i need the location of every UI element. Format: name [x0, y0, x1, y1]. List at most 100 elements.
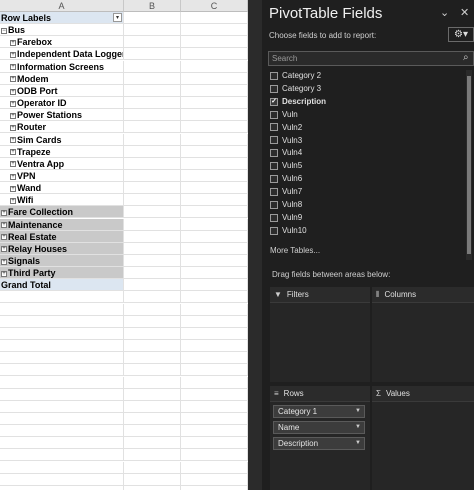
cell-a[interactable]: + Modem	[0, 72, 124, 85]
cell-b[interactable]	[124, 97, 181, 110]
cell-c[interactable]	[181, 121, 248, 134]
pivot-row-child[interactable]: + Power Stations	[0, 109, 248, 122]
cell-c[interactable]	[181, 24, 248, 37]
column-header-b[interactable]: B	[124, 0, 181, 12]
column-header-a[interactable]: A	[0, 0, 124, 12]
columns-drop-zone[interactable]	[372, 302, 474, 382]
values-area[interactable]: Σ Values	[372, 386, 474, 490]
cell-c[interactable]	[181, 388, 248, 401]
cell-c[interactable]	[181, 157, 248, 170]
cell-a[interactable]	[0, 449, 124, 462]
pivot-row-group[interactable]: + Third Party	[0, 267, 248, 280]
row-field-chip[interactable]: Name ▼	[273, 421, 365, 434]
cell-c[interactable]	[181, 340, 248, 353]
cell-c[interactable]	[181, 12, 248, 24]
expand-icon[interactable]: +	[1, 210, 7, 217]
field-checkbox[interactable]	[270, 213, 278, 222]
empty-row[interactable]	[0, 485, 248, 490]
empty-row[interactable]	[0, 388, 248, 401]
cell-c[interactable]	[181, 97, 248, 110]
cell-b[interactable]	[124, 388, 181, 401]
cell-b[interactable]	[124, 461, 181, 474]
cell-a[interactable]: + Ventra App	[0, 157, 124, 170]
field-item[interactable]: Category 2	[270, 70, 321, 82]
cell-a[interactable]	[0, 412, 124, 425]
pivot-row-child[interactable]: + Sim Cards	[0, 133, 248, 146]
cell-b[interactable]	[124, 340, 181, 353]
cell-c[interactable]	[181, 315, 248, 328]
cell-c[interactable]	[181, 145, 248, 158]
cell-a[interactable]: + Maintenance	[0, 218, 124, 231]
cell-a[interactable]: Grand Total	[0, 279, 124, 292]
cell-b[interactable]	[124, 218, 181, 231]
cell-b[interactable]	[124, 425, 181, 438]
empty-row[interactable]	[0, 400, 248, 413]
empty-row[interactable]	[0, 461, 248, 474]
empty-row[interactable]	[0, 437, 248, 450]
cell-c[interactable]	[181, 412, 248, 425]
cell-b[interactable]	[124, 72, 181, 85]
cell-b[interactable]	[124, 169, 181, 182]
chevron-down-icon[interactable]: ⌄	[440, 6, 449, 19]
search-input[interactable]	[268, 51, 474, 66]
cell-a[interactable]	[0, 315, 124, 328]
cell-b[interactable]	[124, 12, 181, 24]
cell-a[interactable]: + Operator ID	[0, 97, 124, 110]
cell-a[interactable]: + Fare Collection	[0, 206, 124, 219]
cell-a[interactable]: + Wand	[0, 182, 124, 195]
pivot-row-group[interactable]: + Relay Houses	[0, 242, 248, 255]
cell-c[interactable]	[181, 48, 248, 61]
cell-c[interactable]	[181, 376, 248, 389]
cell-c[interactable]	[181, 133, 248, 146]
field-checkbox[interactable]	[270, 187, 278, 196]
cell-b[interactable]	[124, 315, 181, 328]
cell-a[interactable]	[0, 364, 124, 377]
expand-icon[interactable]: +	[1, 270, 7, 277]
empty-row[interactable]	[0, 303, 248, 316]
cell-a[interactable]	[0, 461, 124, 474]
cell-c[interactable]	[181, 267, 248, 280]
pivot-row-group[interactable]: + Maintenance	[0, 218, 248, 231]
cell-b[interactable]	[124, 364, 181, 377]
empty-row[interactable]	[0, 376, 248, 389]
pivot-row-group[interactable]: + Signals	[0, 255, 248, 267]
cell-c[interactable]	[181, 291, 248, 304]
cell-a[interactable]: Row Labels ▾	[0, 12, 124, 24]
cell-b[interactable]	[124, 449, 181, 462]
field-checkbox[interactable]	[270, 110, 278, 119]
expand-icon[interactable]: +	[10, 100, 16, 107]
grand-total-row[interactable]: Grand Total	[0, 279, 248, 292]
empty-row[interactable]	[0, 425, 248, 438]
field-item[interactable]: Vuln	[270, 109, 298, 121]
cell-a[interactable]	[0, 425, 124, 438]
cell-c[interactable]	[181, 437, 248, 450]
field-checkbox[interactable]	[270, 149, 278, 158]
field-checkbox[interactable]	[270, 123, 278, 132]
expand-icon[interactable]: +	[10, 185, 16, 192]
field-item[interactable]: Vuln6	[270, 173, 302, 185]
expand-icon[interactable]: +	[10, 137, 16, 144]
cell-a[interactable]: + Trapeze	[0, 145, 124, 158]
cell-b[interactable]	[124, 206, 181, 219]
cell-a[interactable]: + Information Screens	[0, 60, 124, 73]
pivot-row-child[interactable]: + Ventra App	[0, 157, 248, 170]
cell-a[interactable]: + Sim Cards	[0, 133, 124, 146]
cell-b[interactable]	[124, 291, 181, 304]
cell-c[interactable]	[181, 400, 248, 413]
pivot-row-bus[interactable]: − Bus	[0, 24, 248, 37]
expand-icon[interactable]: +	[1, 234, 7, 241]
field-item[interactable]: ✓ Description	[270, 96, 326, 108]
cell-b[interactable]	[124, 400, 181, 413]
field-item[interactable]: Vuln4	[270, 147, 302, 159]
cell-c[interactable]	[181, 72, 248, 85]
more-tables-link[interactable]: More Tables...	[270, 246, 320, 255]
cell-c[interactable]	[181, 255, 248, 267]
expand-icon[interactable]: +	[10, 88, 16, 95]
cell-c[interactable]	[181, 182, 248, 195]
cell-a[interactable]	[0, 352, 124, 365]
cell-b[interactable]	[124, 84, 181, 97]
cell-c[interactable]	[181, 36, 248, 49]
cell-a[interactable]	[0, 340, 124, 353]
cell-a[interactable]	[0, 376, 124, 389]
expand-icon[interactable]: +	[10, 76, 16, 83]
